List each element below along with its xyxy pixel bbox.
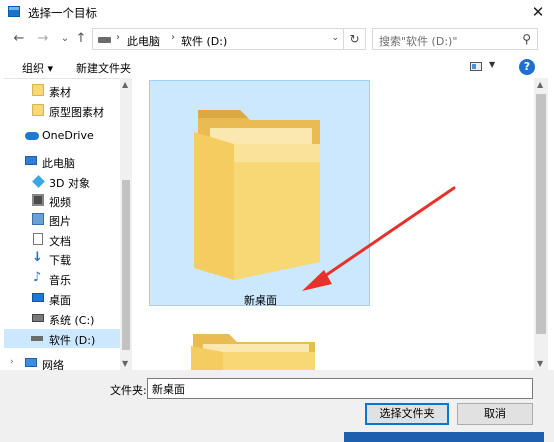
video-icon: [32, 194, 44, 206]
nav-item-label: 原型图素材: [49, 106, 104, 119]
title-bar: 选择一个目标 ✕: [0, 0, 554, 24]
cancel-button[interactable]: 取消: [457, 403, 533, 425]
desktop-icon: [32, 293, 44, 302]
nav-item-label: 桌面: [49, 294, 71, 307]
nav-item-downloads[interactable]: ↓ 下载: [4, 249, 120, 268]
close-button[interactable]: ✕: [528, 2, 548, 22]
address-dropdown-icon[interactable]: ⌄: [331, 33, 339, 43]
background-window-strip: [344, 432, 544, 442]
network-icon: [25, 358, 37, 367]
folder-name-input[interactable]: [147, 378, 533, 399]
cloud-icon: [25, 132, 39, 140]
breadcrumb-separator-icon: ›: [116, 32, 120, 43]
navigation-pane: 素材 原型图素材 OneDrive 此电脑 3D 对象 视频 图片 文档 ↓ 下…: [4, 78, 132, 372]
search-placeholder: 搜索"软件 (D:)": [379, 35, 458, 48]
nav-item-label: OneDrive: [42, 129, 94, 142]
window-app-icon: [8, 6, 20, 17]
nav-item-onedrive[interactable]: OneDrive: [4, 126, 120, 145]
nav-item-label: 素材: [49, 86, 71, 99]
nav-item-pictures[interactable]: 图片: [4, 210, 120, 229]
nav-item-prototype-assets[interactable]: 原型图素材: [4, 101, 120, 120]
forward-arrow-icon[interactable]: →: [34, 30, 52, 48]
search-icon[interactable]: ⚲: [522, 32, 531, 46]
file-view-scrollbar[interactable]: ▲ ▼: [534, 78, 548, 370]
folder-icon[interactable]: [189, 328, 319, 370]
folder-icon: [32, 104, 44, 116]
music-icon: ♪: [33, 270, 42, 285]
nav-item-label: 文档: [49, 235, 71, 248]
nav-item-desktop[interactable]: 桌面: [4, 289, 120, 308]
folder-icon: [32, 84, 44, 96]
picture-icon: [32, 213, 44, 225]
back-arrow-icon[interactable]: ←: [10, 30, 28, 48]
download-icon: ↓: [32, 250, 43, 265]
address-toolbar: ← → ⌄ ↑ › 此电脑 › 软件 (D:) ⌄ ↻ 搜索"软件 (D:)" …: [0, 26, 554, 54]
breadcrumb-separator-icon: ›: [171, 32, 175, 43]
nav-item-drive-d[interactable]: 软件 (D:): [4, 329, 120, 348]
document-icon: [33, 233, 43, 245]
select-folder-button[interactable]: 选择文件夹: [365, 403, 449, 425]
nav-item-label: 3D 对象: [49, 177, 90, 190]
window-title: 选择一个目标: [28, 6, 97, 20]
nav-item-videos[interactable]: 视频: [4, 191, 120, 210]
selected-folder-name: 新桌面: [244, 294, 277, 307]
nav-item-label: 音乐: [49, 274, 71, 287]
nav-item-label: 视频: [49, 196, 71, 209]
drive-icon: [31, 336, 43, 341]
nav-pane-scrollbar[interactable]: ▲ ▼: [120, 78, 132, 370]
nav-item-label: 系统 (C:): [49, 314, 95, 327]
cube-icon: [32, 175, 45, 188]
nav-item-label: 下载: [49, 254, 71, 267]
file-view: 新桌面: [134, 78, 534, 370]
help-icon[interactable]: ?: [519, 59, 535, 75]
drive-icon: [98, 37, 111, 43]
scroll-up-icon[interactable]: ▲: [122, 80, 128, 89]
nav-item-this-pc[interactable]: 此电脑: [4, 152, 120, 171]
address-box[interactable]: › 此电脑 › 软件 (D:) ⌄: [92, 28, 344, 50]
nav-item-3d-objects[interactable]: 3D 对象: [4, 172, 120, 191]
nav-item-documents[interactable]: 文档: [4, 230, 120, 249]
computer-icon: [25, 156, 37, 165]
scrollbar-thumb[interactable]: [122, 180, 130, 350]
breadcrumb-this-pc[interactable]: 此电脑: [127, 33, 160, 49]
nav-item-drive-c[interactable]: 系统 (C:): [4, 309, 120, 328]
command-bar: 组织 ▾ 新建文件夹 ▼ ?: [0, 56, 554, 78]
drive-icon: [32, 314, 44, 322]
refresh-icon[interactable]: ↻: [344, 28, 366, 50]
scrollbar-thumb[interactable]: [536, 94, 546, 334]
search-input[interactable]: 搜索"软件 (D:)" ⚲: [372, 28, 538, 50]
red-arrow-annotation: [302, 186, 456, 291]
up-arrow-icon[interactable]: ↑: [72, 30, 90, 48]
nav-item-sucai[interactable]: 素材: [4, 81, 120, 100]
scroll-down-icon[interactable]: ▼: [122, 359, 128, 368]
scroll-down-icon[interactable]: ▼: [537, 359, 543, 368]
expand-chevron-icon[interactable]: ›: [10, 357, 14, 367]
folder-name-label: 文件夹:: [110, 384, 147, 397]
nav-item-music[interactable]: ♪ 音乐: [4, 269, 120, 288]
organize-menu[interactable]: 组织 ▾: [22, 60, 53, 76]
breadcrumb-drive-d[interactable]: 软件 (D:): [181, 33, 227, 49]
nav-item-label: 此电脑: [42, 157, 75, 170]
scroll-up-icon[interactable]: ▲: [537, 80, 543, 89]
view-mode-icon[interactable]: [470, 62, 482, 71]
new-folder-button[interactable]: 新建文件夹: [76, 60, 131, 76]
view-dropdown-icon[interactable]: ▼: [489, 60, 495, 69]
nav-item-label: 软件 (D:): [49, 334, 96, 347]
nav-item-label: 图片: [49, 215, 71, 228]
